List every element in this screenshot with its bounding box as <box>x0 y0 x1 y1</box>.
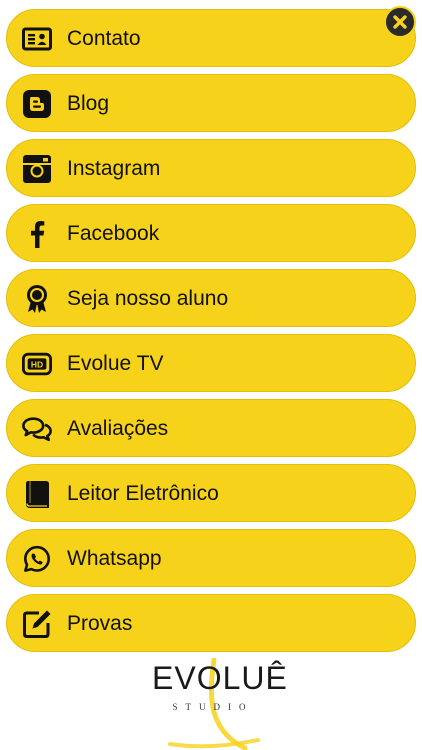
logo-subtitle: STUDIO <box>172 702 254 712</box>
menu-item-seja-nosso-aluno[interactable]: Seja nosso aluno <box>6 269 416 327</box>
menu-item-label: Contato <box>67 27 141 50</box>
menu-item-label: Whatsapp <box>67 547 162 570</box>
close-button[interactable] <box>384 6 416 38</box>
menu-item-label: Avaliações <box>67 417 169 440</box>
menu-item-contato[interactable]: Contato <box>6 9 416 67</box>
contact-card-icon <box>22 24 52 54</box>
menu-item-facebook[interactable]: Facebook <box>6 204 416 262</box>
whatsapp-icon <box>22 544 52 574</box>
menu-item-label: Instagram <box>67 157 161 180</box>
hd-tv-icon: HD <box>22 349 52 379</box>
menu-item-provas[interactable]: Provas <box>6 594 416 652</box>
logo-wordmark: EVOLUÊ <box>152 660 288 696</box>
menu-item-label: Facebook <box>67 222 160 245</box>
menu-item-leitor-eletronico[interactable]: Leitor Eletrônico <box>6 464 416 522</box>
comments-icon <box>22 414 52 444</box>
menu-item-instagram[interactable]: Instagram <box>6 139 416 197</box>
edit-icon <box>22 609 52 639</box>
menu-item-label: Provas <box>67 612 133 635</box>
instagram-icon <box>22 154 52 184</box>
award-badge-icon <box>22 284 52 314</box>
menu-item-avaliacoes[interactable]: Avaliações <box>6 399 416 457</box>
svg-text:HD: HD <box>31 359 43 369</box>
menu-item-label: Leitor Eletrônico <box>67 482 219 505</box>
book-icon <box>22 479 52 509</box>
menu-item-label: Blog <box>67 92 110 115</box>
blogger-icon <box>22 89 52 119</box>
menu-item-label: Evolue TV <box>67 352 164 375</box>
close-icon <box>393 15 407 29</box>
menu-item-whatsapp[interactable]: Whatsapp <box>6 529 416 587</box>
facebook-icon <box>22 219 52 249</box>
menu-item-evolue-tv[interactable]: HD Evolue TV <box>6 334 416 392</box>
evolue-studio-logo: EVOLUÊ STUDIO <box>150 658 288 750</box>
menu-item-label: Seja nosso aluno <box>67 287 229 310</box>
menu-item-blog[interactable]: Blog <box>6 74 416 132</box>
